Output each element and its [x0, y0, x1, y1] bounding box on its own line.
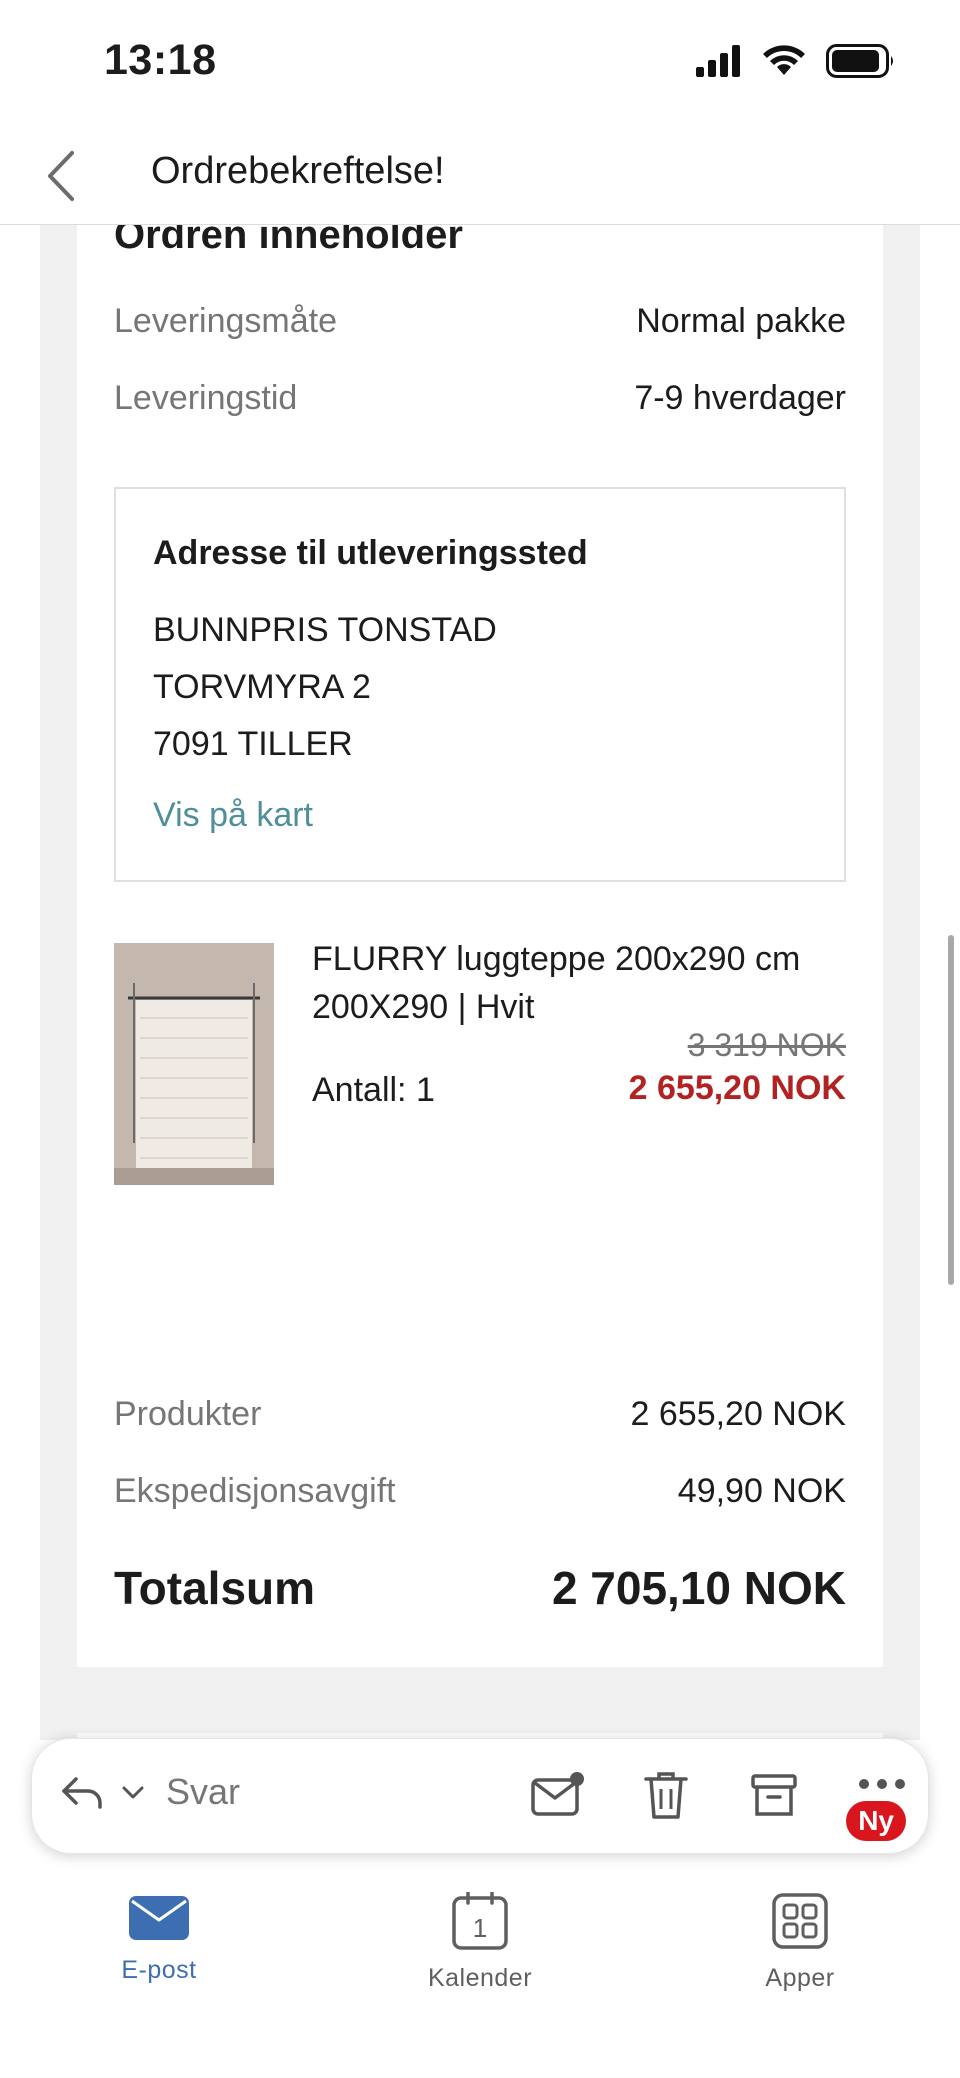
- tab-calendar-label: Kalender: [427, 1964, 533, 1992]
- total-value: 2 705,10 NOK: [551, 1562, 846, 1614]
- status-time: 13:18: [104, 36, 217, 84]
- address-line-3: 7091 TILLER: [153, 725, 353, 763]
- chevron-left-icon: [48, 151, 74, 201]
- product-image[interactable]: [114, 943, 274, 1185]
- calendar-icon: 1: [452, 1892, 508, 1950]
- more-horizontal-icon: [859, 1779, 905, 1789]
- order-summary-card: Produkter 2 655,20 NOK Ekspedisjonsavgif…: [77, 1335, 883, 1667]
- tab-apps[interactable]: Apper: [700, 1892, 900, 1993]
- reply-icon: [62, 1777, 102, 1809]
- delivery-time-value: 7-9 hverdager: [634, 379, 846, 417]
- fee-value: 49,90 NOK: [677, 1472, 846, 1510]
- fee-label: Ekspedisjonsavgift: [114, 1472, 396, 1510]
- delivery-method-value: Normal pakke: [636, 302, 846, 340]
- calendar-day: 1: [473, 1913, 487, 1943]
- tab-calendar[interactable]: 1 Kalender: [380, 1892, 580, 1993]
- scrollbar[interactable]: [948, 935, 954, 1285]
- archive-button[interactable]: [744, 1765, 804, 1825]
- trash-icon: [644, 1772, 688, 1819]
- show-on-map-link[interactable]: Vis på kart: [153, 796, 313, 835]
- status-bar: 13:18: [0, 0, 960, 130]
- products-row: Produkter 2 655,20 NOK: [114, 1395, 846, 1434]
- wifi-icon: [763, 45, 805, 75]
- product-variant: 200X290 | Hvit: [312, 988, 535, 1026]
- mark-unread-button[interactable]: [528, 1765, 588, 1825]
- apps-grid-icon: [772, 1893, 828, 1949]
- delete-button[interactable]: [636, 1765, 696, 1825]
- total-label: Totalsum: [114, 1562, 316, 1614]
- cellular-signal-icon: [696, 45, 740, 77]
- reply-button[interactable]: Svar: [58, 1767, 240, 1817]
- pickup-address-box: Adresse til utleveringssted BUNNPRIS TON…: [114, 487, 846, 882]
- fee-row: Ekspedisjonsavgift 49,90 NOK: [114, 1472, 846, 1511]
- product-quantity: Antall: 1: [312, 1071, 435, 1109]
- bottom-tab-bar: E-post 1 Kalender Apper: [0, 1854, 960, 2078]
- product-name: FLURRY luggteppe 200x290 cm: [312, 940, 801, 978]
- product-name-block[interactable]: FLURRY luggteppe 200x290 cm 200X290 | Hv…: [312, 935, 872, 1031]
- mail-unread-icon: [531, 1772, 584, 1816]
- address-line-1: BUNNPRIS TONSTAD: [153, 611, 497, 649]
- delivery-method-label: Leveringsmåte: [114, 302, 338, 340]
- message-header: Ordrebekreftelse!: [0, 130, 960, 225]
- rug-illustration: [114, 943, 274, 1185]
- message-action-bar: Svar Ny: [31, 1738, 929, 1854]
- total-row: Totalsum 2 705,10 NOK: [114, 1561, 846, 1615]
- mail-icon: [129, 1896, 189, 1940]
- pickup-address-title: Adresse til utleveringssted: [153, 534, 588, 572]
- original-price: 3 319 NOK: [687, 1027, 846, 1063]
- message-subject: Ordrebekreftelse!: [151, 150, 445, 192]
- tab-email[interactable]: E-post: [59, 1892, 259, 1985]
- delivery-method-row: Leveringsmåte Normal pakke: [114, 302, 846, 341]
- battery-icon: [826, 44, 893, 78]
- status-icons: [696, 44, 896, 78]
- email-body[interactable]: Ordren inneholder Leveringsmåte Normal p…: [0, 225, 960, 1740]
- order-section-title: Ordren inneholder: [114, 225, 463, 257]
- back-button[interactable]: [36, 144, 86, 208]
- new-badge: Ny: [846, 1801, 906, 1841]
- order-card: Ordren inneholder Leveringsmåte Normal p…: [77, 225, 883, 1495]
- products-value: 2 655,20 NOK: [630, 1395, 846, 1433]
- archive-icon: [751, 1774, 797, 1816]
- reply-label: Svar: [166, 1771, 241, 1812]
- delivery-time-row: Leveringstid 7-9 hverdager: [114, 379, 846, 418]
- sale-price: 2 655,20 NOK: [628, 1069, 846, 1107]
- tab-apps-label: Apper: [765, 1964, 835, 1992]
- delivery-time-label: Leveringstid: [114, 379, 298, 417]
- address-line-2: TORVMYRA 2: [153, 668, 371, 706]
- products-label: Produkter: [114, 1395, 262, 1433]
- tab-email-label: E-post: [121, 1956, 197, 1984]
- chevron-down-icon[interactable]: [120, 1779, 146, 1805]
